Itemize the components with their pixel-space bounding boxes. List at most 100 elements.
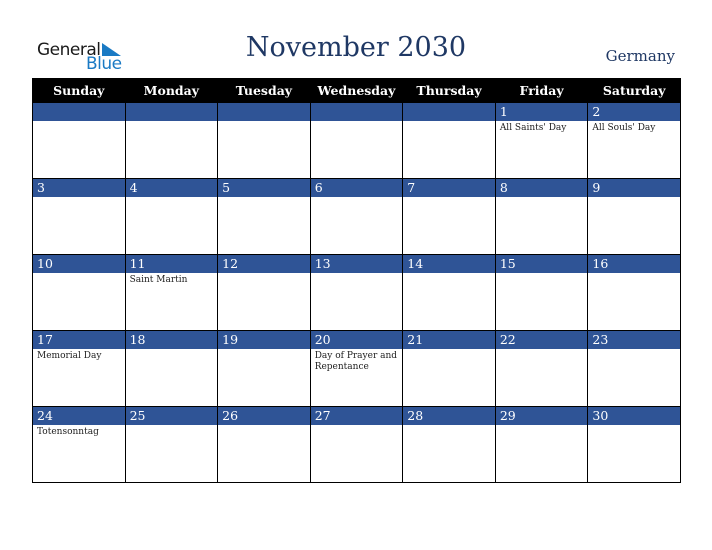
day-number: 24 (33, 407, 125, 425)
day-number: 28 (403, 407, 495, 425)
day-cell: 27 (309, 406, 404, 483)
week-row: 3456789 (32, 178, 681, 255)
day-cell: 11 Saint Martin (124, 254, 219, 331)
holiday-label (311, 273, 403, 275)
day-number: 17 (33, 331, 125, 349)
day-cell: 20 Day of Prayer and Repentance (309, 330, 404, 407)
day-number: 7 (403, 179, 495, 197)
week-row: 10 11 Saint Martin 12 13 14 15 16 (32, 254, 681, 331)
holiday-label (218, 121, 310, 123)
calendar-grid: Sunday Monday Tuesday Wednesday Thursday Frid… (32, 78, 681, 483)
holiday-label (126, 197, 218, 199)
day-number: 26 (218, 407, 310, 425)
day-cell (32, 102, 126, 179)
day-number: 15 (495, 255, 588, 273)
day-number: 5 (218, 179, 310, 197)
holiday-label (218, 425, 310, 427)
week-row: 24 Totensonntag 25 26 27 28 29 30 (32, 406, 681, 483)
day-cell: 16 (587, 254, 681, 331)
day-number: 13 (310, 255, 403, 273)
day-cell: 5 (217, 178, 311, 255)
day-cell: 28 (402, 406, 496, 483)
holiday-label (403, 273, 495, 275)
day-number: 25 (125, 407, 218, 425)
holiday-label: All Souls' Day (592, 123, 656, 133)
day-cell: 17 Memorial Day (32, 330, 126, 407)
holiday-label (33, 121, 125, 123)
day-number: 1 (495, 103, 588, 121)
holiday-label (218, 349, 310, 351)
holiday-label (588, 273, 680, 275)
day-number: 20 (310, 331, 403, 349)
day-number: 21 (403, 331, 495, 349)
day-cell: 29 (494, 406, 589, 483)
day-cell: 7 (402, 178, 496, 255)
holiday-label (496, 197, 588, 199)
day-cell (124, 102, 219, 179)
holiday-label (496, 349, 588, 351)
day-number: 9 (588, 179, 680, 197)
weekday-header-sunday: Sunday (32, 78, 126, 103)
week-row: 1 All Saints' Day 2 All Souls' Day (32, 102, 681, 179)
day-number (33, 103, 125, 121)
day-number: 3 (33, 179, 125, 197)
week-row: 17 Memorial Day 18 19 20 Day of Prayer and Re… (32, 330, 681, 407)
holiday-label: Memorial Day (37, 351, 102, 361)
day-number: 27 (310, 407, 403, 425)
day-number: 6 (310, 179, 403, 197)
holiday-label (403, 425, 495, 427)
day-cell: 19 (217, 330, 311, 407)
day-cell: 2 All Souls' Day (587, 102, 681, 179)
day-number: 23 (588, 331, 680, 349)
day-cell (217, 102, 311, 179)
day-cell: 6 (309, 178, 404, 255)
holiday-label (496, 273, 588, 275)
day-number: 29 (495, 407, 588, 425)
day-number (125, 103, 218, 121)
day-number: 16 (588, 255, 680, 273)
day-cell: 1 All Saints' Day (494, 102, 589, 179)
day-number: 22 (495, 331, 588, 349)
day-cell: 30 (587, 406, 681, 483)
day-cell: 8 (494, 178, 589, 255)
day-number: 12 (218, 255, 310, 273)
day-cell: 13 (309, 254, 404, 331)
day-cell: 24 Totensonntag (32, 406, 126, 483)
weekday-header-tuesday: Tuesday (217, 78, 311, 103)
day-number (310, 103, 403, 121)
day-number: 18 (125, 331, 218, 349)
day-cell: 4 (124, 178, 219, 255)
day-cell: 12 (217, 254, 311, 331)
weekday-header-monday: Monday (124, 78, 219, 103)
holiday-label (311, 425, 403, 427)
holiday-label (218, 273, 310, 275)
day-cell: 25 (124, 406, 219, 483)
holiday-label (218, 197, 310, 199)
day-cell (309, 102, 404, 179)
day-cell: 21 (402, 330, 496, 407)
holiday-label: Day of Prayer and Repentance (314, 351, 398, 372)
day-cell: 10 (32, 254, 126, 331)
day-number: 14 (403, 255, 495, 273)
day-number: 10 (33, 255, 125, 273)
day-number (403, 103, 495, 121)
country-label: Germany (605, 47, 675, 65)
holiday-label (588, 349, 680, 351)
day-cell: 18 (124, 330, 219, 407)
holiday-label (126, 121, 218, 123)
day-number: 8 (495, 179, 588, 197)
holiday-label (496, 425, 588, 427)
day-cell: 15 (494, 254, 589, 331)
holiday-label (126, 349, 218, 351)
day-number (218, 103, 310, 121)
day-cell (402, 102, 496, 179)
day-cell: 23 (587, 330, 681, 407)
day-number: 19 (218, 331, 310, 349)
day-number: 30 (588, 407, 680, 425)
holiday-label (403, 121, 495, 123)
day-cell: 3 (32, 178, 126, 255)
day-cell: 26 (217, 406, 311, 483)
weekday-header-thursday: Thursday (402, 78, 496, 103)
holiday-label (33, 197, 125, 199)
weekday-header-row: Sunday Monday Tuesday Wednesday Thursday Frid… (32, 78, 681, 103)
